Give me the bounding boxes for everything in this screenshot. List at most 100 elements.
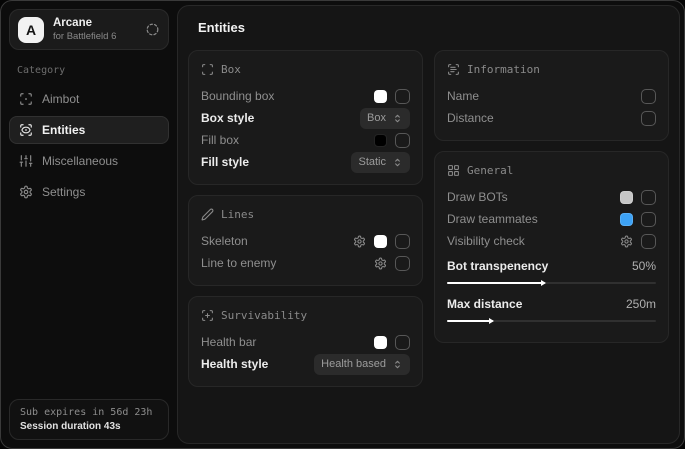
setting-label: Fill style: [201, 155, 249, 169]
checkbox[interactable]: [395, 335, 410, 350]
setting-row: Health bar: [201, 331, 410, 353]
setting-row: Fill style Static: [201, 151, 410, 173]
survivability-card: Survivability Health bar Health style: [188, 296, 423, 387]
brand-subtitle: for Battlefield 6: [53, 31, 116, 43]
row-controls: [620, 234, 656, 249]
sub-expires-text: Sub expires in 56d 23h: [20, 407, 158, 418]
slider-fill[interactable]: [447, 320, 493, 322]
sidebar-item-miscellaneous[interactable]: Miscellaneous: [9, 147, 169, 175]
checkbox[interactable]: [641, 111, 656, 126]
setting-label: Skeleton: [201, 234, 248, 248]
brand-card: A Arcane for Battlefield 6: [9, 9, 169, 50]
sidebar-item-aimbot[interactable]: Aimbot: [9, 85, 169, 113]
scan-text-icon: [447, 63, 460, 76]
page-title: Entities: [198, 20, 669, 35]
row-controls: Box: [360, 108, 410, 129]
left-column: Box Bounding box Box style: [188, 50, 423, 387]
color-swatch[interactable]: [374, 90, 387, 103]
row-controls: [641, 89, 656, 104]
slider-label: Bot transpenency: [447, 259, 548, 273]
information-card: Information Name Distance: [434, 50, 669, 141]
checkbox[interactable]: [395, 133, 410, 148]
chevrons-up-down-icon: [392, 113, 403, 124]
color-swatch[interactable]: [374, 336, 387, 349]
setting-label: Name: [447, 89, 479, 103]
row-controls: [374, 89, 410, 104]
select-value: Static: [358, 156, 386, 168]
slider-group: Bot transpenency 50%: [447, 255, 656, 284]
sliders-icon: [19, 154, 33, 168]
setting-row: Box style Box: [201, 107, 410, 129]
box-card: Box Bounding box Box style: [188, 50, 423, 185]
row-controls: Health based: [314, 354, 410, 375]
scan-plus-icon: [201, 309, 214, 322]
slider-value: 250m: [626, 297, 656, 311]
setting-row: Name: [447, 85, 656, 107]
setting-label: Box style: [201, 111, 254, 125]
setting-row: Bounding box: [201, 85, 410, 107]
setting-label: Fill box: [201, 133, 239, 147]
pencil-icon: [201, 208, 214, 221]
checkbox[interactable]: [641, 89, 656, 104]
gear-icon[interactable]: [620, 235, 633, 248]
checkbox[interactable]: [395, 256, 410, 271]
checkbox[interactable]: [641, 190, 656, 205]
dashed-circle-icon[interactable]: [145, 22, 160, 37]
subscription-card: Sub expires in 56d 23h Session duration …: [9, 399, 169, 440]
setting-label: Visibility check: [447, 234, 525, 248]
color-swatch[interactable]: [620, 191, 633, 204]
sidebar-item-entities[interactable]: Entities: [9, 116, 169, 144]
row-controls: [374, 133, 410, 148]
category-label: Category: [17, 65, 161, 76]
box-style-select[interactable]: Box: [360, 108, 410, 129]
card-title: Survivability: [221, 309, 307, 322]
setting-label: Bounding box: [201, 89, 274, 103]
color-swatch[interactable]: [374, 235, 387, 248]
row-controls: [353, 234, 410, 249]
checkbox[interactable]: [641, 212, 656, 227]
checkbox[interactable]: [641, 234, 656, 249]
setting-row: Health style Health based: [201, 353, 410, 375]
checkbox[interactable]: [395, 89, 410, 104]
session-duration-text: Session duration 43s: [20, 421, 158, 432]
health-style-select[interactable]: Health based: [314, 354, 410, 375]
slider-fill[interactable]: [447, 282, 545, 284]
color-swatch[interactable]: [374, 134, 387, 147]
max-distance-slider[interactable]: [447, 320, 656, 322]
slider-label: Max distance: [447, 297, 522, 311]
right-column: Information Name Distance: [434, 50, 669, 343]
slider-label-row: Max distance 250m: [447, 293, 656, 314]
card-header: Information: [447, 63, 656, 76]
setting-row: Line to enemy: [201, 252, 410, 274]
card-header: Survivability: [201, 309, 410, 322]
sidebar: A Arcane for Battlefield 6 Category Aimb…: [1, 1, 177, 448]
row-controls: Static: [351, 152, 410, 173]
setting-row: Draw teammates: [447, 208, 656, 230]
main-area: Entities Box Bounding box: [177, 1, 684, 448]
setting-row: Draw BOTs: [447, 186, 656, 208]
brand-logo: A: [18, 17, 44, 43]
row-controls: [620, 212, 656, 227]
fill-style-select[interactable]: Static: [351, 152, 410, 173]
gear-icon[interactable]: [353, 235, 366, 248]
setting-label: Line to enemy: [201, 256, 276, 270]
checkbox[interactable]: [395, 234, 410, 249]
setting-row: Distance: [447, 107, 656, 129]
app-window: A Arcane for Battlefield 6 Category Aimb…: [0, 0, 685, 449]
slider-value: 50%: [632, 259, 656, 273]
sidebar-item-settings[interactable]: Settings: [9, 178, 169, 206]
chevrons-up-down-icon: [392, 157, 403, 168]
chevrons-up-down-icon: [392, 359, 403, 370]
lines-card: Lines Skeleton Line to enemy: [188, 195, 423, 286]
brand-name: Arcane: [53, 16, 116, 31]
card-title: Information: [467, 63, 540, 76]
setting-row: Visibility check: [447, 230, 656, 252]
bot-transparency-slider[interactable]: [447, 282, 656, 284]
content-panel: Entities Box Bounding box: [177, 5, 680, 444]
general-card: General Draw BOTs Draw teammates: [434, 151, 669, 343]
sidebar-nav: Aimbot Entities Miscellaneous Settings: [9, 85, 169, 206]
card-title: Box: [221, 63, 241, 76]
card-header: Lines: [201, 208, 410, 221]
gear-icon[interactable]: [374, 257, 387, 270]
color-swatch[interactable]: [620, 213, 633, 226]
